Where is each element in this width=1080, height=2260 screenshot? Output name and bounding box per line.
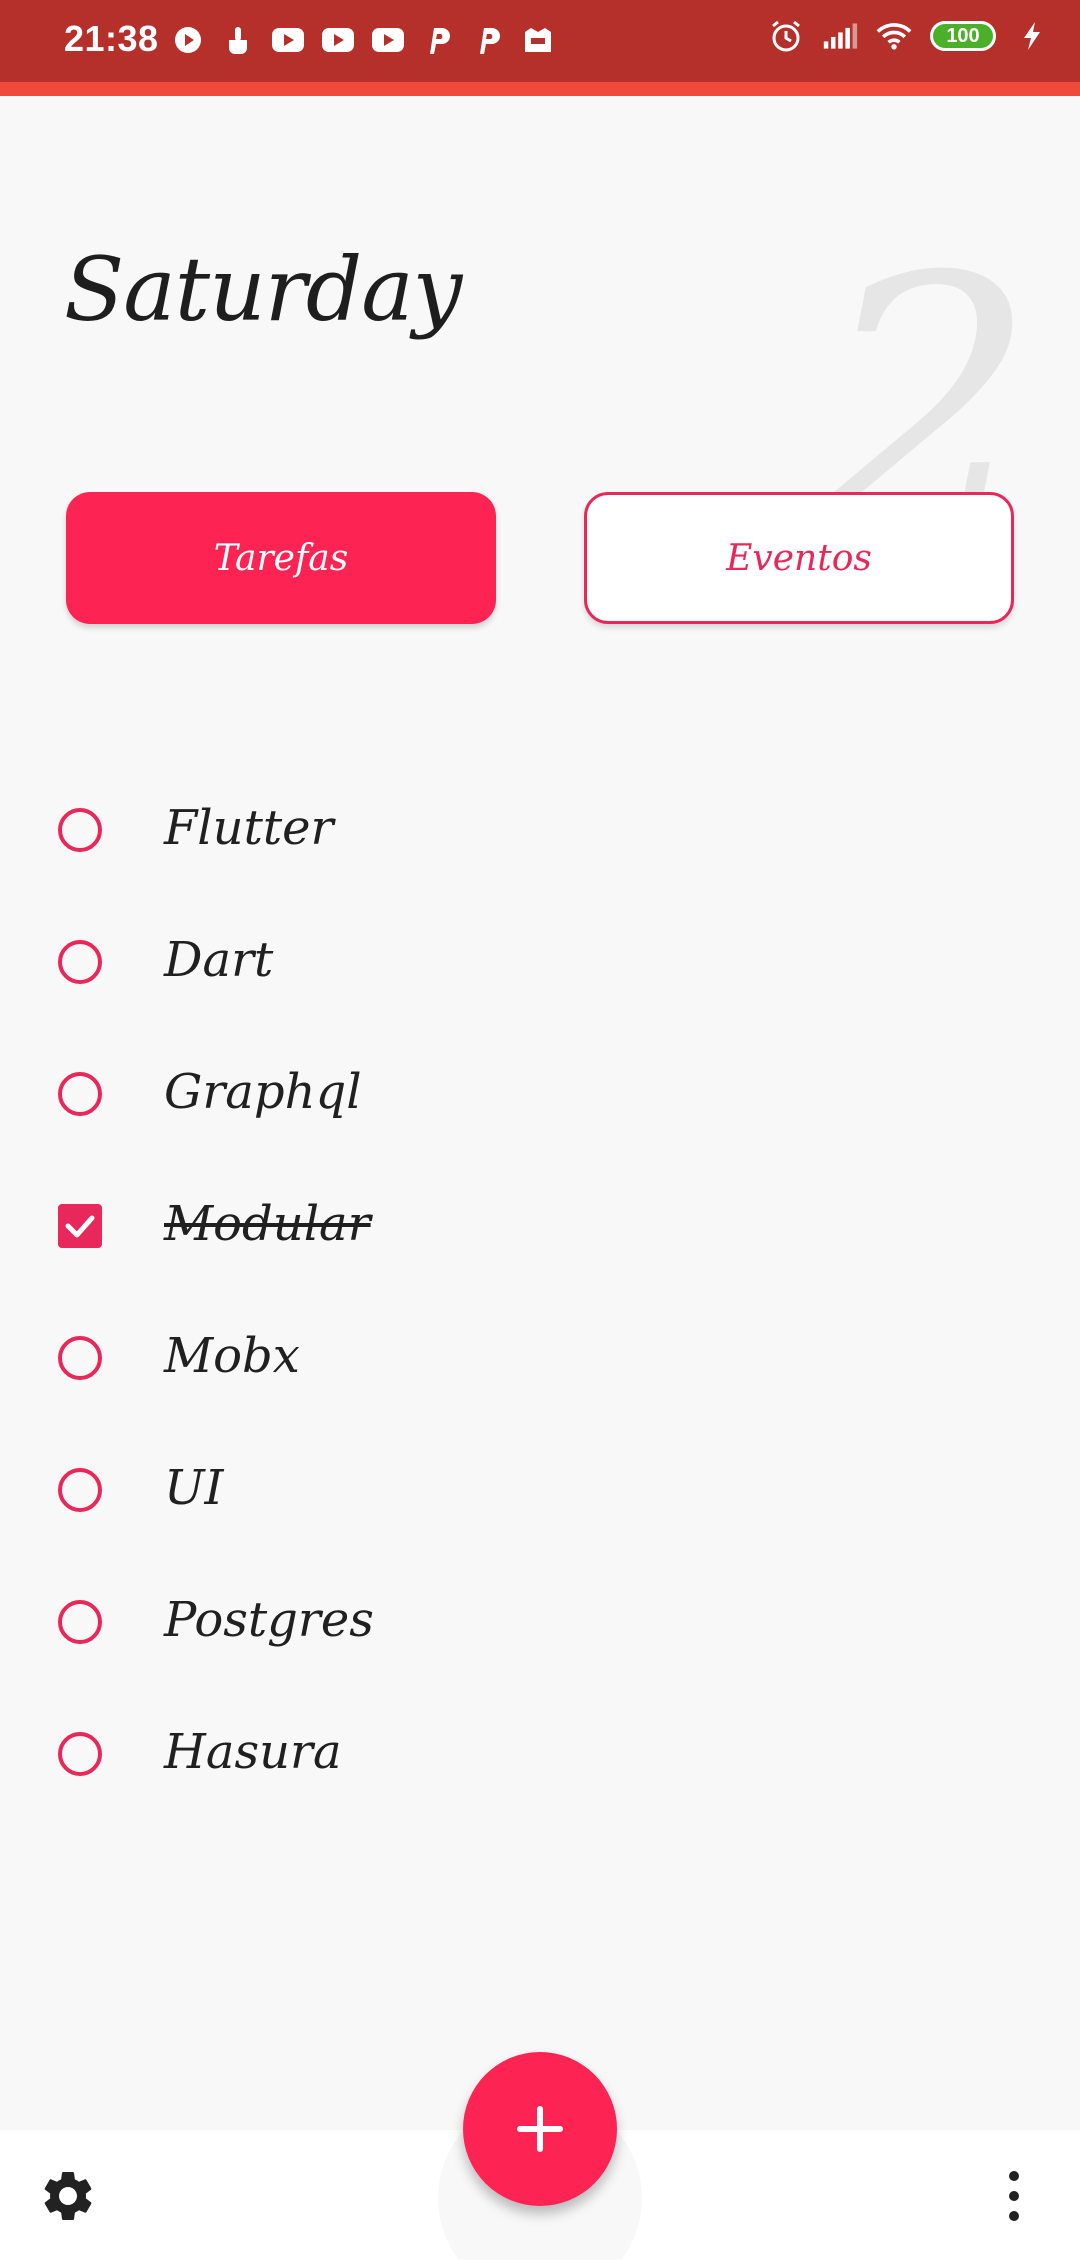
task-label: UI	[164, 1460, 224, 1516]
alarm-icon	[768, 18, 804, 54]
list-item[interactable]: Dart	[0, 902, 1080, 1022]
plus-icon	[517, 2106, 563, 2152]
task-checkbox[interactable]	[58, 1072, 102, 1116]
task-label: Flutter	[164, 800, 334, 856]
list-item[interactable]: Graphql	[0, 1034, 1080, 1154]
screen: 21:38 100 2 Saturday Tarefas Eventos Flu…	[0, 0, 1080, 2260]
task-label: Mobx	[164, 1328, 300, 1384]
task-checkbox-checked[interactable]	[58, 1204, 102, 1248]
task-checkbox[interactable]	[58, 940, 102, 984]
system-icons: 100	[768, 18, 1050, 54]
add-task-button[interactable]	[463, 2052, 617, 2206]
status-bar: 21:38 100	[0, 0, 1080, 82]
task-label: Postgres	[164, 1592, 374, 1648]
task-checkbox[interactable]	[58, 1336, 102, 1380]
list-item[interactable]: Flutter	[0, 770, 1080, 890]
settings-button[interactable]	[36, 2164, 100, 2228]
header-accent-strip	[0, 82, 1080, 96]
list-item[interactable]: Mobx	[0, 1298, 1080, 1418]
list-item[interactable]: Modular	[0, 1166, 1080, 1286]
signal-icon	[822, 18, 858, 54]
page-title: Saturday	[64, 238, 462, 341]
charging-icon	[1014, 18, 1050, 54]
more-vertical-icon	[1009, 2171, 1019, 2221]
tab-eventos-label: Eventos	[726, 537, 872, 579]
youtube-icon	[370, 22, 406, 58]
task-label: Modular	[164, 1196, 371, 1252]
task-checkbox[interactable]	[58, 1468, 102, 1512]
task-checkbox[interactable]	[58, 808, 102, 852]
media-play-icon	[170, 22, 206, 58]
p-icon	[470, 22, 506, 58]
youtube-icon	[320, 22, 356, 58]
gear-icon	[44, 2172, 92, 2220]
task-label: Graphql	[164, 1064, 362, 1120]
list-item[interactable]: Postgres	[0, 1562, 1080, 1682]
app-icon	[520, 22, 556, 58]
p-icon	[420, 22, 456, 58]
tab-tarefas[interactable]: Tarefas	[66, 492, 496, 624]
youtube-icon	[270, 22, 306, 58]
status-time: 21:38	[64, 18, 159, 59]
battery-icon: 100	[930, 21, 996, 51]
task-checkbox[interactable]	[58, 1600, 102, 1644]
tab-tarefas-label: Tarefas	[213, 537, 349, 579]
more-options-button[interactable]	[990, 2164, 1038, 2228]
wifi-icon	[876, 18, 912, 54]
list-item[interactable]: UI	[0, 1430, 1080, 1550]
list-item[interactable]: Hasura	[0, 1694, 1080, 1814]
tab-eventos[interactable]: Eventos	[584, 492, 1014, 624]
notification-icons	[170, 22, 556, 58]
check-icon	[65, 1215, 95, 1238]
task-label: Hasura	[164, 1724, 342, 1780]
battery-level: 100	[946, 25, 980, 47]
task-label: Dart	[164, 932, 274, 988]
touch-icon	[220, 22, 256, 58]
task-checkbox[interactable]	[58, 1732, 102, 1776]
